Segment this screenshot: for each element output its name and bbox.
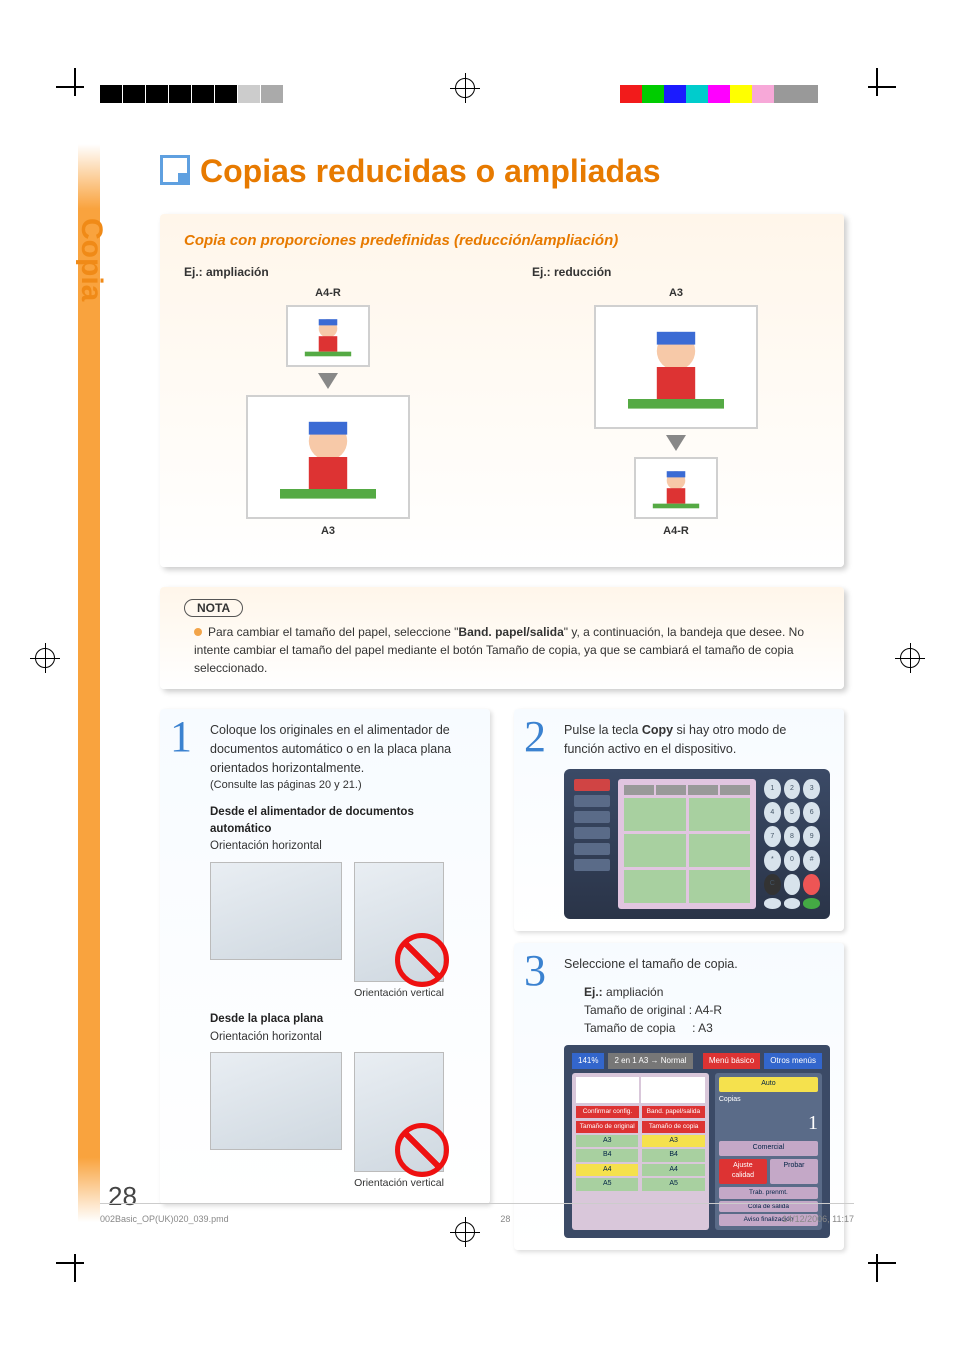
- bullet-icon: [194, 628, 202, 636]
- example-label: Ej.:: [584, 985, 603, 999]
- size-button-selected: A3: [642, 1135, 704, 1148]
- photo-caption: Orientación vertical: [354, 1176, 444, 1192]
- paper-size-label: A3: [184, 525, 472, 537]
- page-number: 28: [108, 1181, 137, 1212]
- page-title: Copias reducidas o ampliadas: [160, 152, 844, 190]
- zoom-ratio: 141%: [572, 1053, 604, 1069]
- step-subheading: Desde el alimentador de documentos autom…: [210, 804, 476, 839]
- orientation-label: Orientación horizontal: [210, 838, 476, 855]
- crop-mark-icon: [876, 68, 896, 88]
- column-header: Tamaño de copia: [642, 1121, 704, 1133]
- quality-button: Ajuste calidad: [719, 1159, 767, 1184]
- nota-label: NOTA: [184, 599, 243, 617]
- subheading: Copia con proporciones predefinidas (red…: [184, 232, 820, 249]
- footer-page: 28: [500, 1214, 510, 1224]
- size-button: A5: [642, 1178, 704, 1191]
- footer-file: 002Basic_OP(UK)020_039.pmd: [100, 1214, 229, 1224]
- size-button: A5: [576, 1178, 638, 1191]
- feeder-horizontal-photo: [210, 862, 342, 960]
- registration-mark-icon: [455, 78, 475, 98]
- cartoon-large-icon: [246, 395, 410, 519]
- step-subheading: Desde la placa plana: [210, 1011, 476, 1028]
- touchscreen-illustration: 141% 2 en 1 A3 → Normal Menú básico Otro…: [564, 1045, 830, 1238]
- copy-size-line: Tamaño de copia : A3: [584, 1019, 830, 1037]
- orientation-label: Orientación horizontal: [210, 1029, 476, 1046]
- page-title-icon: [160, 155, 190, 185]
- enlarge-heading: Ej.: ampliación: [184, 265, 472, 279]
- crop-mark-icon: [876, 1262, 896, 1282]
- footer-date: 14/12/2006, 11:17: [782, 1214, 854, 1224]
- arrow-down-icon: [666, 435, 686, 451]
- step-number: 3: [524, 945, 546, 996]
- control-panel-illustration: 123 456 789 *0# C: [564, 769, 830, 919]
- paper-size-label: A3: [532, 287, 820, 299]
- mode-label: 2 en 1 A3 → Normal: [608, 1053, 692, 1069]
- size-button-selected: A4: [576, 1164, 638, 1177]
- reduce-heading: Ej.: reducción: [532, 265, 820, 279]
- ratio-examples-box: Copia con proporciones predefinidas (red…: [160, 214, 844, 567]
- column-header: Tamaño de original: [576, 1121, 638, 1133]
- confirm-button: Confirmar config.: [576, 1106, 639, 1118]
- step-number: 2: [524, 711, 546, 762]
- job-button: Trab. prenmt.: [719, 1187, 818, 1199]
- registration-mark-icon: [900, 648, 920, 668]
- crop-mark-icon: [56, 1262, 76, 1282]
- section-tab: [78, 144, 100, 1222]
- step-reference: (Consulte las páginas 20 y 21.): [210, 777, 476, 794]
- cartoon-large-icon: [594, 305, 758, 429]
- reduce-example: Ej.: reducción A3 A4-R: [532, 265, 820, 541]
- size-button: B4: [576, 1149, 638, 1162]
- paper-size-label: A4-R: [532, 525, 820, 537]
- tray-button: Band. papel/salida: [642, 1106, 705, 1118]
- registration-mark-icon: [35, 648, 55, 668]
- commercial-button: Comercial: [719, 1141, 818, 1156]
- cartoon-small-icon: [286, 305, 370, 367]
- photo-caption: Orientación vertical: [354, 986, 444, 1002]
- section-tab-label: Copia: [74, 218, 108, 301]
- menu-tab: Otros menús: [764, 1053, 822, 1069]
- crop-mark-icon: [56, 68, 76, 88]
- size-button: A3: [576, 1135, 638, 1148]
- arrow-down-icon: [318, 373, 338, 389]
- step-text: Pulse la tecla: [564, 723, 642, 737]
- copies-count: 1: [719, 1108, 818, 1138]
- size-button: B4: [642, 1149, 704, 1162]
- step-paragraph: Coloque los originales en el alimentador…: [210, 721, 476, 777]
- original-size-line: Tamaño de original : A4-R: [584, 1001, 830, 1019]
- feeder-vertical-photo-crossed: [354, 862, 444, 982]
- copies-label: Copias: [719, 1095, 818, 1106]
- step-paragraph: Seleccione el tamaño de copia.: [564, 955, 830, 974]
- footer: 002Basic_OP(UK)020_039.pmd 28 14/12/2006…: [100, 1214, 854, 1224]
- enlarge-example: Ej.: ampliación A4-R A3: [184, 265, 472, 541]
- size-button: A4: [642, 1164, 704, 1177]
- test-button: Probar: [770, 1159, 818, 1184]
- nota-text: Para cambiar el tamaño del papel, selecc…: [176, 617, 828, 677]
- step-1: 1 Coloque los originales en el alimentad…: [160, 709, 490, 1204]
- key-name: Copy: [642, 723, 673, 737]
- platen-vertical-photo-crossed: [354, 1052, 444, 1172]
- cartoon-small-icon: [634, 457, 718, 519]
- example-value: ampliación: [606, 985, 663, 999]
- paper-size-label: A4-R: [184, 287, 472, 299]
- auto-button: Auto: [719, 1077, 818, 1092]
- menu-tab: Menú básico: [703, 1053, 760, 1069]
- step-2: 2 Pulse la tecla Copy si hay otro modo d…: [514, 709, 844, 931]
- nota-box: NOTA Para cambiar el tamaño del papel, s…: [160, 587, 844, 689]
- platen-horizontal-photo: [210, 1052, 342, 1150]
- step-number: 1: [170, 711, 192, 762]
